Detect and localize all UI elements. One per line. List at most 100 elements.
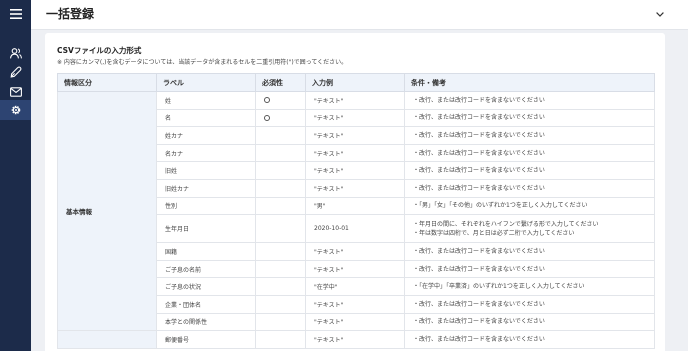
condition-line: ・改行、または改行コードを含まないでください [413,335,545,343]
example-cell: 2020-10-01 [305,214,405,244]
condition-line: ・改行、または改行コードを含まないでください [413,96,545,104]
example-cell: "テキスト" [305,312,405,332]
condition-line: ・改行、または改行コードを含まないでください [413,184,545,192]
example-cell: "テキスト" [305,242,405,261]
csv-format-card: CSVファイルの入力形式 ※ 内容にカンマ(,)を含むデータについては、当該デー… [45,33,665,351]
column-header-required: 必須性 [255,73,306,92]
condition-line: ・改行、または改行コードを含まないでください [413,265,545,273]
required-cell [255,214,306,244]
label-cell: 名 [156,108,256,128]
required-cell [255,161,306,180]
label-cell: 国籍 [156,242,256,261]
required-cell [255,108,306,128]
conditions-cell: ・改行、または改行コードを含まないでください [404,126,655,145]
conditions-cell: ・改行、または改行コードを含まないでください [404,143,655,163]
required-cell [255,126,306,145]
required-cell [255,91,306,110]
category-cell-continued [57,330,157,349]
sidebar-item-edit[interactable] [0,62,31,82]
required-circle-icon [264,97,270,104]
example-cell: "テキスト" [305,161,405,180]
sidebar [0,0,31,351]
conditions-cell: ・改行、または改行コードを含まないでください [404,242,655,261]
table-row: 郵便番号 "テキスト" ・改行、または改行コードを含まないでください [57,330,655,349]
header-dropdown-toggle[interactable] [655,9,665,19]
gear-icon [11,105,20,115]
condition-line: ・改行、または改行コードを含まないでください [413,131,545,139]
label-cell: 名カナ [156,143,256,163]
sidebar-item-users[interactable] [0,43,31,63]
column-header-example: 入力例 [305,73,405,92]
condition-line: ・改行、または改行コードを含まないでください [413,247,545,255]
condition-line: ・年月日の間に、それぞれをハイフンで繋げる形で入力してください [413,220,599,228]
condition-line: ・改行、または改行コードを含まないでください [413,318,545,326]
table-header-row: 情報区分 ラベル 必須性 入力例 条件・備考 [57,73,655,92]
label-cell: 姓 [156,91,256,110]
condition-line: ・改行、または改行コードを含まないでください [413,114,545,122]
section-note: ※ 内容にカンマ(,)を含むデータについては、当該データが含まれるセルを二重引用… [57,59,348,66]
section-title: CSVファイルの入力形式 [57,46,142,55]
label-cell: 旧姓 [156,161,256,180]
conditions-cell: ・改行、または改行コードを含まないでください [404,330,655,349]
conditions-cell: ・改行、または改行コードを含まないでください [404,259,655,279]
condition-line: ・改行、または改行コードを含まないでください [413,149,545,157]
required-cell [255,196,306,216]
mail-icon [9,87,22,97]
label-cell: 姓カナ [156,126,256,145]
label-cell: 企業・団体名 [156,294,256,314]
column-header-conditions: 条件・備考 [404,73,655,92]
label-cell: 生年月日 [156,214,256,244]
required-cell [255,143,306,163]
menu-icon [9,9,22,19]
example-cell: "テキスト" [305,108,405,128]
required-cell [255,242,306,261]
label-cell: 性別 [156,196,256,216]
example-cell: "テキスト" [305,178,405,198]
label-cell: 旧姓カナ [156,178,256,198]
label-cell: 郵便番号 [156,330,256,349]
chevron-down-icon [656,11,664,17]
example-cell: "テキスト" [305,330,405,349]
example-cell: "男" [305,196,405,216]
conditions-cell: ・改行、または改行コードを含まないでください [404,91,655,110]
required-cell [255,277,306,296]
menu-button[interactable] [0,4,31,24]
condition-line: ・改行、または改行コードを含まないでください [413,300,545,308]
label-cell: 本学との関係性 [156,312,256,332]
page-header: 一括登録 [31,0,688,30]
sidebar-item-settings[interactable] [0,100,31,120]
required-cell [255,312,306,332]
condition-line: ・年は数字は四桁で、月と日は必ず二桁で入力してください [413,229,575,237]
example-cell: "テキスト" [305,91,405,110]
required-cell [255,330,306,349]
column-header-label: ラベル [156,73,256,92]
label-cell: ご子息の名前 [156,259,256,279]
conditions-cell: ・改行、または改行コードを含まないでください [404,108,655,128]
condition-line: ・改行、または改行コードを含まないでください [413,167,545,175]
category-cell: 基本情報 [57,90,157,332]
example-cell: "在学中" [305,277,405,296]
condition-line: ・「在学中」「卒業済」のいずれか1つを正しく入力してください [413,283,585,291]
required-cell [255,294,306,314]
table-row: 基本情報姓 "テキスト" ・改行、または改行コードを含まないでください [57,90,655,332]
conditions-cell: ・「男」「女」「その他」のいずれか1つを正しく入力してください [404,196,655,216]
required-cell [255,259,306,279]
conditions-cell: ・改行、または改行コードを含まないでください [404,294,655,314]
conditions-cell: ・改行、または改行コードを含まないでください [404,178,655,198]
label-cell: ご子息の状況 [156,277,256,296]
csv-format-table: 情報区分 ラベル 必須性 入力例 条件・備考 基本情報姓 "テキスト" ・改行、また… [57,73,655,349]
page-title: 一括登録 [46,7,95,21]
users-icon [9,47,22,58]
example-cell: "テキスト" [305,126,405,145]
pen-icon [10,66,21,78]
conditions-cell: ・改行、または改行コードを含まないでください [404,312,655,332]
example-cell: "テキスト" [305,294,405,314]
conditions-cell: ・「在学中」「卒業済」のいずれか1つを正しく入力してください [404,277,655,296]
conditions-cell: ・年月日の間に、それぞれをハイフンで繋げる形で入力してください ・年は数字は四桁で… [404,214,655,244]
example-cell: "テキスト" [305,259,405,279]
required-circle-icon [264,114,270,121]
sidebar-item-mail[interactable] [0,82,31,102]
column-header-category: 情報区分 [57,73,157,92]
conditions-cell: ・改行、または改行コードを含まないでください [404,161,655,180]
example-cell: "テキスト" [305,143,405,163]
